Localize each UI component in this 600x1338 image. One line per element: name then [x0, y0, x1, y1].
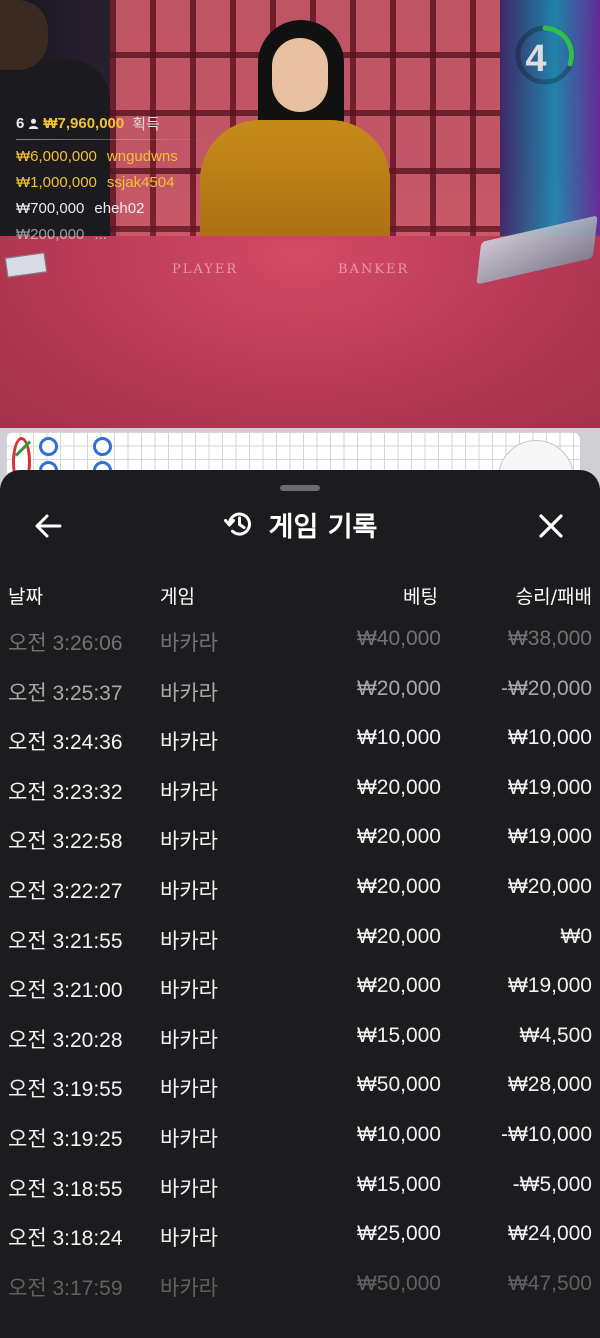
dealer-body: [200, 120, 390, 255]
winners-summary: 6 ₩7,960,000 획득: [16, 113, 212, 134]
winner-entry: ₩1,000,000 ssjak4504: [16, 174, 175, 191]
table-row[interactable]: 오전 3:19:55 바카라 ₩50,000 ₩28,000: [0, 1064, 600, 1114]
table-row[interactable]: 오전 3:22:27 바카라 ₩20,000 ₩20,000: [0, 866, 600, 916]
winners-overlay: 6 ₩7,960,000 획득 ₩6,000,000 wngudwns ₩1,00…: [16, 113, 212, 248]
table-row[interactable]: 오전 3:23:32 바카라 ₩20,000 ₩19,000: [0, 767, 600, 817]
table-row[interactable]: 오전 3:18:24 바카라 ₩25,000 ₩24,000: [0, 1213, 600, 1263]
column-header-date: 날짜: [8, 586, 43, 608]
countdown-value: 4: [525, 38, 547, 80]
table-row[interactable]: 오전 3:18:55 바카라 ₩15,000 -₩5,000: [0, 1164, 600, 1214]
player-area-label: PLAYER: [172, 262, 239, 277]
divider: [16, 139, 212, 140]
person-icon: [29, 118, 39, 129]
table-row[interactable]: 오전 3:24:36 바카라 ₩10,000 ₩10,000: [0, 717, 600, 767]
winners-count: 6: [16, 115, 25, 132]
winner-entry: ₩200,000...: [16, 226, 107, 243]
column-header-game: 게임: [160, 586, 195, 608]
bead-player-icon: [39, 437, 58, 456]
column-header-result: 승리/패배: [515, 586, 592, 608]
table-row[interactable]: 오전 3:20:28 바카라 ₩15,000 ₩4,500: [0, 1015, 600, 1065]
table-row[interactable]: 오전 3:25:37 바카라 ₩20,000 -₩20,000: [0, 668, 600, 718]
table-row[interactable]: 오전 3:26:06 바카라 ₩40,000 ₩38,000: [0, 618, 600, 668]
close-x-icon[interactable]: [533, 508, 569, 544]
winner-entry: ₩700,000 eheh02: [16, 200, 145, 217]
player-silhouette-head: [0, 0, 48, 70]
table-row[interactable]: 오전 3:19:25 바카라 ₩10,000 -₩10,000: [0, 1114, 600, 1164]
sheet-header: 게임 기록: [0, 504, 600, 544]
column-header-bet: 베팅: [403, 586, 438, 608]
winner-entry: ₩6,000,000 wngudwns: [16, 148, 178, 165]
dealer-face: [272, 38, 328, 112]
table-row[interactable]: 오전 3:17:59 바카라 ₩50,000 ₩47,500: [0, 1263, 600, 1313]
sheet-title: 게임 기록: [268, 511, 378, 543]
winners-label: 획득: [132, 116, 160, 133]
winners-total: ₩7,960,000: [43, 115, 125, 132]
history-clock-icon: [223, 512, 251, 536]
table-row[interactable]: 오전 3:21:00 바카라 ₩20,000 ₩19,000: [0, 965, 600, 1015]
bead-player-icon: [93, 437, 112, 456]
table-row[interactable]: 오전 3:22:58 바카라 ₩20,000 ₩19,000: [0, 816, 600, 866]
banker-area-label: BANKER: [338, 262, 410, 277]
history-list[interactable]: 오전 3:26:06 바카라 ₩40,000 ₩38,000 오전 3:25:37 바카…: [0, 618, 600, 1312]
table-row[interactable]: 오전 3:21:55 바카라 ₩20,000 ₩0: [0, 916, 600, 966]
game-history-sheet: 게임 기록 날짜 게임 베팅 승리/패배 오전 3:26:06 바카라 ₩40,00…: [0, 470, 600, 1338]
sheet-drag-handle[interactable]: [280, 485, 320, 491]
live-video-feed: PLAYER BANKER 4 6 ₩7,960,000 획득 ₩6,000,0…: [0, 0, 600, 428]
